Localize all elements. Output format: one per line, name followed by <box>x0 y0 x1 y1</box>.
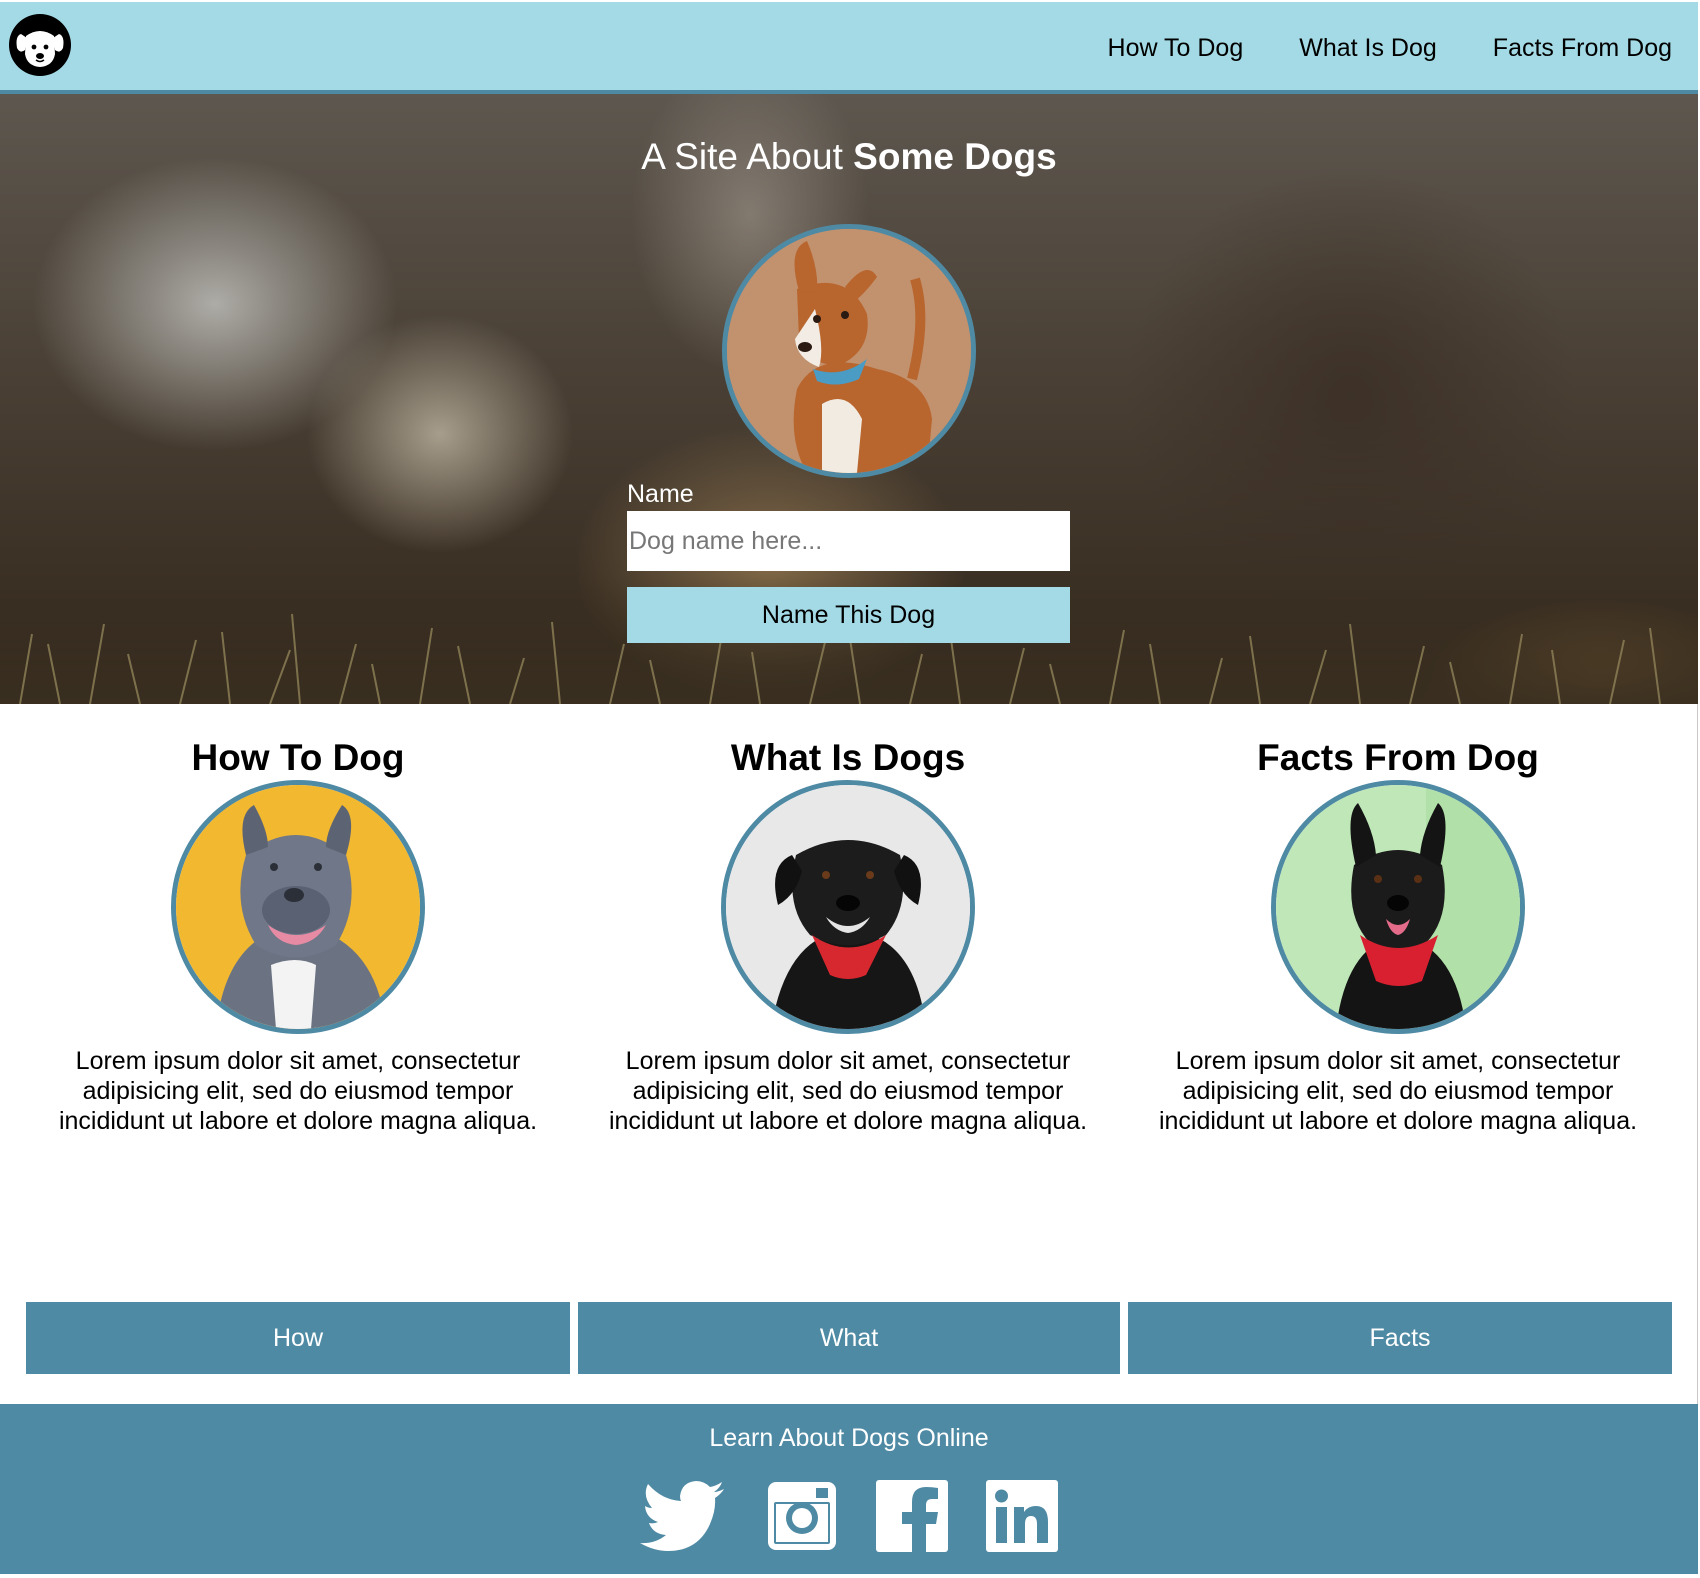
feature-text: Lorem ipsum dolor sit amet, consectetur … <box>58 1047 538 1135</box>
nav-link-facts-from-dog[interactable]: Facts From Dog <box>1493 34 1672 63</box>
hero-section: A Site About Some Dogs Name Dog name her… <box>0 94 1698 704</box>
feature-facts-from-dog: Facts From Dog Lorem ipsum dolor sit ame… <box>1138 704 1658 1136</box>
dog-name-form: Name Name This Dog <box>627 480 1070 643</box>
feature-text: Lorem ipsum dolor sit amet, consectetur … <box>608 1047 1088 1135</box>
page: How To Dog What Is Dog Facts From Dog A … <box>0 2 1698 1574</box>
name-label: Name <box>627 480 694 508</box>
twitter-icon[interactable] <box>640 1480 724 1552</box>
feature-text: Lorem ipsum dolor sit amet, consectetur … <box>1158 1047 1638 1135</box>
feature-title: What Is Dogs <box>730 737 966 778</box>
cta-button-row: How What Facts <box>26 1302 1672 1374</box>
feature-how-to-dog: How To Dog Lorem ipsum dolor sit amet, c… <box>38 704 558 1136</box>
feature-title: Facts From Dog <box>1257 737 1539 778</box>
feature-what-is-dogs: What Is Dogs Lorem ipsum dolor sit amet,… <box>588 704 1108 1136</box>
hero-title: A Site About Some Dogs <box>641 136 1057 177</box>
feature-title: How To Dog <box>191 737 405 778</box>
features-section: How To Dog Lorem ipsum dolor sit amet, c… <box>0 704 1698 1184</box>
facebook-icon[interactable] <box>876 1480 956 1552</box>
name-this-dog-button[interactable]: Name This Dog <box>627 587 1070 643</box>
linkedin-icon[interactable] <box>986 1480 1066 1552</box>
dog-name-input[interactable] <box>627 511 1070 571</box>
instagram-icon[interactable] <box>766 1480 846 1552</box>
top-nav: How To Dog What Is Dog Facts From Dog <box>0 2 1698 94</box>
facts-button[interactable]: Facts <box>1128 1302 1672 1374</box>
nav-links: How To Dog What Is Dog Facts From Dog <box>1052 2 1672 94</box>
footer: Learn About Dogs Online <box>0 1404 1698 1574</box>
feature-dog-photo <box>171 780 425 1034</box>
feature-dog-photo <box>721 780 975 1034</box>
footer-text: Learn About Dogs Online <box>709 1424 989 1452</box>
nav-link-what-is-dog[interactable]: What Is Dog <box>1299 34 1437 63</box>
feature-dog-photo <box>1271 780 1525 1034</box>
what-button[interactable]: What <box>578 1302 1120 1374</box>
hero-dog-photo <box>722 224 976 478</box>
page-frame: How To Dog What Is Dog Facts From Dog A … <box>0 0 1700 1578</box>
nav-link-how-to-dog[interactable]: How To Dog <box>1108 34 1244 63</box>
dog-face-logo[interactable] <box>9 14 71 76</box>
how-button[interactable]: How <box>26 1302 570 1374</box>
